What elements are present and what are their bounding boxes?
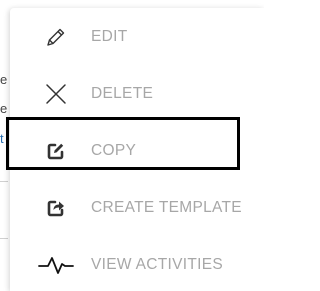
menu-item-label: VIEW ACTIVITIES (91, 255, 223, 273)
menu-item-view-activities[interactable]: VIEW ACTIVITIES (10, 236, 264, 291)
close-icon (38, 82, 74, 106)
menu-item-delete[interactable]: DELETE (10, 65, 264, 122)
menu-item-edit[interactable]: EDIT (10, 8, 264, 65)
copy-edit-icon (38, 139, 74, 163)
background-text: e (0, 101, 8, 116)
background-text: e (0, 72, 8, 87)
background-divider (0, 181, 8, 182)
context-menu: EDIT DELETE COPY CREATE TEMPLATE VIEW AC… (10, 8, 264, 291)
menu-item-label: EDIT (91, 27, 128, 45)
background-link[interactable]: t (0, 131, 4, 147)
menu-item-copy[interactable]: COPY (10, 122, 264, 179)
menu-item-create-template[interactable]: CREATE TEMPLATE (10, 179, 264, 236)
menu-item-label: COPY (91, 141, 137, 159)
share-icon (38, 196, 74, 220)
activity-icon (38, 253, 74, 277)
background-divider (0, 238, 8, 239)
pencil-icon (38, 25, 74, 49)
menu-item-label: DELETE (91, 84, 154, 102)
page: e e t EDIT DELETE COPY CREATE TEMPLATE V… (0, 0, 264, 291)
menu-item-label: CREATE TEMPLATE (91, 198, 242, 216)
